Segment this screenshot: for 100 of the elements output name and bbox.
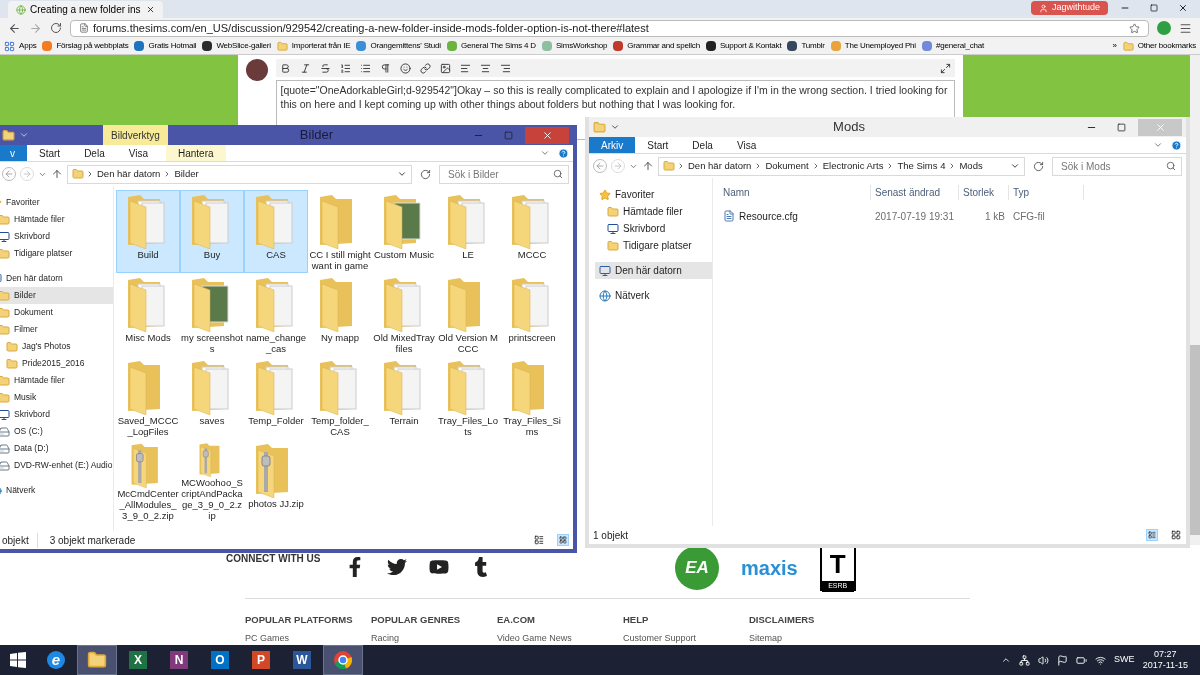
taskbar-app[interactable]: W bbox=[282, 645, 322, 675]
bookmark[interactable]: » bbox=[1112, 40, 1117, 52]
ribbon-tab[interactable]: Dela bbox=[680, 137, 725, 153]
bookmark[interactable]: Apps bbox=[4, 40, 37, 52]
dropdown-icon[interactable] bbox=[397, 169, 407, 179]
ribbon-tab[interactable]: Dela bbox=[72, 145, 117, 161]
ribbon-tab[interactable]: Hantera bbox=[166, 145, 226, 161]
twitter-icon[interactable] bbox=[387, 557, 407, 577]
folder-item[interactable]: CC I still might want in game bbox=[308, 190, 372, 273]
footer-link[interactable]: Video Game News bbox=[497, 632, 623, 646]
bold-icon[interactable] bbox=[279, 62, 291, 74]
folder-item[interactable]: Custom Music bbox=[372, 190, 436, 273]
battery-icon[interactable] bbox=[1076, 654, 1088, 666]
bookmark[interactable]: Grammar and spellch bbox=[613, 40, 700, 52]
breadcrumb[interactable]: Mods bbox=[958, 158, 984, 174]
link-icon[interactable] bbox=[419, 62, 431, 74]
breadcrumb[interactable]: The Sims 4 bbox=[896, 158, 947, 174]
nav-item[interactable]: Nätverk bbox=[595, 287, 712, 304]
ribbon-tab[interactable]: Start bbox=[27, 145, 73, 161]
dropdown-icon[interactable] bbox=[610, 122, 620, 132]
refresh-icon[interactable] bbox=[420, 168, 431, 180]
align-center-icon[interactable] bbox=[479, 62, 491, 74]
close-icon[interactable] bbox=[1178, 3, 1188, 13]
footer-link[interactable]: Sitemap bbox=[749, 632, 875, 646]
align-right-icon[interactable] bbox=[499, 62, 511, 74]
signal-icon[interactable] bbox=[1095, 654, 1107, 666]
folder-item[interactable]: LE bbox=[436, 190, 500, 273]
image-icon[interactable] bbox=[439, 62, 451, 74]
up-icon[interactable] bbox=[51, 168, 63, 180]
taskbar-app[interactable]: e bbox=[36, 645, 76, 675]
folder-item[interactable]: Build bbox=[116, 190, 180, 273]
footer-link[interactable]: Racing bbox=[371, 632, 497, 646]
emoji-icon[interactable] bbox=[399, 62, 411, 74]
extension-icon[interactable] bbox=[1157, 21, 1171, 35]
volume-icon[interactable] bbox=[1038, 654, 1050, 666]
folder-item[interactable]: my screenshots bbox=[180, 273, 244, 356]
folder-item[interactable]: Old MixedTray files bbox=[372, 273, 436, 356]
help-icon[interactable] bbox=[558, 148, 569, 159]
italic-icon[interactable] bbox=[299, 62, 311, 74]
folder-item[interactable]: Saved_MCCC_LogFiles bbox=[116, 356, 180, 439]
nav-item[interactable]: Favoriter bbox=[0, 194, 113, 211]
menu-icon[interactable] bbox=[1179, 21, 1192, 35]
strikethrough-icon[interactable] bbox=[319, 62, 331, 74]
ribbon-tab[interactable]: Start bbox=[635, 137, 681, 153]
search-field[interactable]: Sök i Bilder bbox=[439, 164, 569, 184]
ea-logo[interactable]: EA bbox=[675, 546, 719, 590]
bookmark[interactable]: General The Sims 4 D bbox=[446, 40, 536, 52]
footer-link[interactable]: Customer Support bbox=[623, 632, 749, 646]
nav-item[interactable]: Nätverk bbox=[0, 482, 113, 499]
address-bar[interactable]: Den här datorn Bilder bbox=[67, 164, 412, 184]
nav-item[interactable]: Musik bbox=[0, 389, 113, 406]
ribbon-tab[interactable]: Visa bbox=[116, 145, 160, 161]
large-icons-view-icon[interactable] bbox=[1170, 529, 1182, 541]
nav-item[interactable]: Jag's Photos bbox=[0, 338, 113, 355]
flag-icon[interactable] bbox=[1057, 654, 1069, 666]
address-bar[interactable]: Den här datorn Dokument Electronic Arts The Sims 4 Mods bbox=[658, 156, 1025, 176]
nav-item[interactable]: Den här datorn bbox=[595, 262, 712, 279]
address-bar[interactable]: forums.thesims.com/en_US/discussion/929542/creating-a-new-folder-inside-mods-folder-option-is-not-there#latest bbox=[70, 19, 1149, 37]
folder-item[interactable]: Buy bbox=[180, 190, 244, 273]
bookmark[interactable]: #general_chat bbox=[921, 40, 985, 52]
help-icon[interactable] bbox=[1171, 140, 1182, 151]
nav-item[interactable]: Pride2015_2016 bbox=[0, 355, 113, 372]
ribbon-tab[interactable]: Visa bbox=[724, 137, 769, 153]
taskbar-app[interactable]: O bbox=[200, 645, 240, 675]
folder-item[interactable]: name_change_cas bbox=[244, 273, 308, 356]
nav-item[interactable]: Hämtade filer bbox=[0, 372, 113, 389]
folder-item[interactable]: Temp_Folder bbox=[244, 356, 308, 439]
dropdown-icon[interactable] bbox=[1010, 161, 1020, 171]
nav-item[interactable]: Skrivbord bbox=[595, 220, 712, 237]
bookmark[interactable]: Gratis Hotmail bbox=[134, 40, 197, 52]
browser-tab[interactable]: Creating a new folder ins bbox=[8, 1, 163, 18]
up-icon[interactable] bbox=[642, 160, 654, 172]
bookmark[interactable]: Tumblr bbox=[787, 40, 825, 52]
bookmark[interactable]: Support & Kontakt bbox=[705, 40, 782, 52]
breadcrumb[interactable]: Electronic Arts bbox=[821, 158, 885, 174]
folder-item[interactable]: MCCC bbox=[500, 190, 564, 273]
folder-item[interactable]: MCWoohoo_ScriptAndPackage_3_9_0_2.zip bbox=[180, 439, 244, 522]
nav-item[interactable]: Tidigare platser bbox=[595, 237, 712, 254]
maximize-icon[interactable] bbox=[1117, 122, 1126, 132]
bookmark[interactable]: Förslag på webbplats bbox=[42, 40, 129, 52]
nav-item[interactable]: Skrivbord bbox=[0, 228, 113, 245]
maxis-logo[interactable]: maxis bbox=[741, 553, 798, 583]
nav-item[interactable]: DVD-RW-enhet (E:) Audio bbox=[0, 457, 113, 474]
nav-item[interactable]: Dokument bbox=[0, 304, 113, 321]
taskbar-app[interactable]: X bbox=[118, 645, 158, 675]
breadcrumb[interactable]: Dokument bbox=[764, 158, 810, 174]
numbered-list-icon[interactable] bbox=[339, 62, 351, 74]
column-header[interactable]: Senast ändrad bbox=[871, 184, 959, 200]
folder-item[interactable]: printscreen bbox=[500, 273, 564, 356]
bullet-list-icon[interactable] bbox=[359, 62, 371, 74]
ribbon-tab[interactable]: Arkiv bbox=[589, 137, 636, 153]
folder-item[interactable]: saves bbox=[180, 356, 244, 439]
bookmark[interactable]: Importerat från IE bbox=[276, 40, 351, 52]
fullscreen-icon[interactable] bbox=[939, 62, 951, 74]
column-header[interactable]: Namn bbox=[719, 184, 871, 200]
folder-item[interactable]: photos JJ.zip bbox=[244, 439, 308, 522]
folder-item[interactable]: Terrain bbox=[372, 356, 436, 439]
column-header[interactable]: Storlek bbox=[959, 184, 1009, 200]
expand-ribbon-icon[interactable] bbox=[540, 148, 550, 158]
taskbar-app[interactable]: N bbox=[159, 645, 199, 675]
